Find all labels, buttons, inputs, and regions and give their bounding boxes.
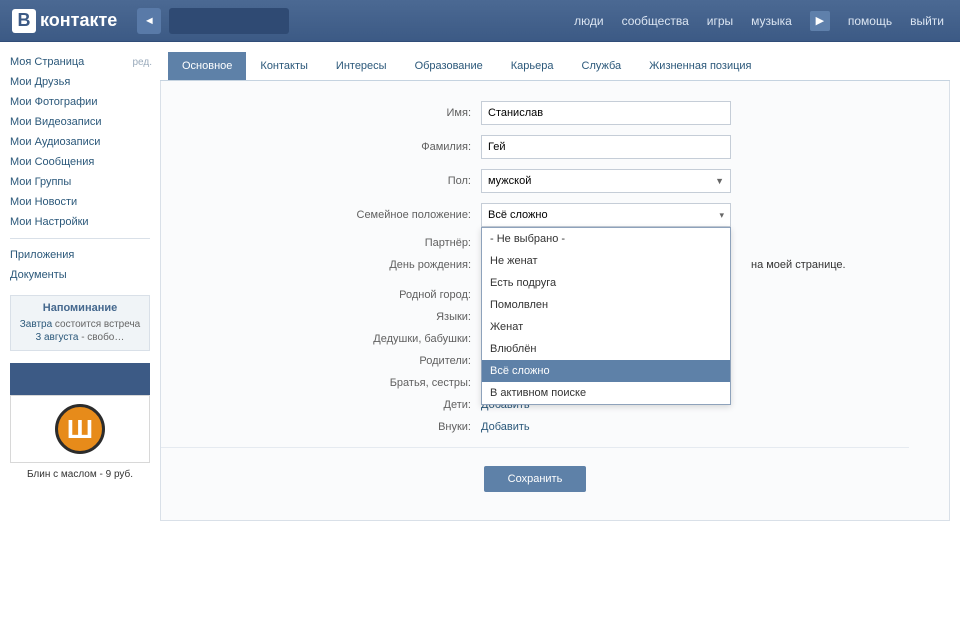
ad-block[interactable]: Ш Блин с маслом - 9 руб. [10,363,150,480]
select-gender-value: мужской [488,175,531,187]
label-grandchildren: Внуки: [161,421,481,433]
header: В контакте ◄ люди сообщества игры музыка… [0,0,960,42]
play-icon: ▶ [816,14,824,27]
tab-military[interactable]: Служба [568,52,636,80]
nav-help[interactable]: помощь [848,14,892,28]
status-option-has-girlfriend[interactable]: Есть подруга [482,272,730,294]
status-option-married[interactable]: Женат [482,316,730,338]
select-gender[interactable]: мужской ▼ [481,169,731,193]
label-gender: Пол: [161,175,481,187]
add-grandchildren[interactable]: Добавить [481,421,530,433]
sidebar-item-apps[interactable]: Приложения [10,249,74,261]
reminder-title: Напоминание [19,302,141,314]
status-option-searching[interactable]: В активном поиске [482,382,730,404]
reminder-text: Завтра состоится встреча 3 августа - сво… [19,318,141,344]
sidebar-item-groups[interactable]: Мои Группы [10,176,71,188]
nav-games[interactable]: игры [707,14,733,28]
tab-interests[interactable]: Интересы [322,52,401,80]
label-birthday: День рождения: [161,259,481,271]
ad-image: Ш [10,395,150,463]
sidebar-item-news[interactable]: Мои Новости [10,196,77,208]
sidebar-item-audio[interactable]: Мои Аудиозаписи [10,136,100,148]
nav-music[interactable]: музыка [751,14,792,28]
chevron-left-icon: ◄ [144,15,155,27]
tab-contacts[interactable]: Контакты [246,52,322,80]
label-siblings: Братья, сестры: [161,377,481,389]
status-option-single[interactable]: Не женат [482,250,730,272]
chevron-down-icon: ▼ [715,176,724,186]
sidebar: Моя Страница ред. Мои Друзья Мои Фотогра… [0,42,160,521]
label-languages: Языки: [161,311,481,323]
status-option-none[interactable]: - Не выбрано - [482,228,730,250]
logo-icon: В [12,9,36,33]
tab-life-position[interactable]: Жизненная позиция [635,52,765,80]
header-nav: люди сообщества игры музыка ▶ помощь вый… [558,11,960,31]
nav-logout[interactable]: выйти [910,14,944,28]
label-parents: Родители: [161,355,481,367]
status-option-complicated[interactable]: Всё сложно [482,360,730,382]
label-name: Имя: [161,107,481,119]
tab-main[interactable]: Основное [168,52,246,80]
sidebar-item-photos[interactable]: Мои Фотографии [10,96,97,108]
tabs: Основное Контакты Интересы Образование К… [160,52,950,81]
header-search-box[interactable] [169,8,289,34]
sidebar-item-my-page[interactable]: Моя Страница [10,56,84,68]
ad-banner-top [10,363,150,395]
select-status-value: Всё сложно [488,209,548,221]
nav-people[interactable]: люди [574,14,603,28]
label-surname: Фамилия: [161,141,481,153]
status-dropdown: - Не выбрано - Не женат Есть подруга Пом… [481,227,731,405]
sidebar-item-videos[interactable]: Мои Видеозаписи [10,116,102,128]
label-hometown: Родной город: [161,289,481,301]
chevron-down-icon: ▾ [719,210,724,221]
logo-text: контакте [40,10,117,31]
nav-communities[interactable]: сообщества [622,14,689,28]
label-partner: Партнёр: [161,237,481,249]
input-surname[interactable] [481,135,731,159]
logo[interactable]: В контакте [0,9,129,33]
sidebar-item-docs[interactable]: Документы [10,269,67,281]
page-note: на моей странице. [751,259,846,271]
status-option-engaged[interactable]: Помолвлен [482,294,730,316]
reminder-date-link[interactable]: 3 августа [36,332,79,343]
main-content: Основное Контакты Интересы Образование К… [160,42,960,521]
ad-caption: Блин с маслом - 9 руб. [10,469,150,480]
input-name[interactable] [481,101,731,125]
form-area: Имя: Фамилия: Пол: мужской ▼ Семейное по… [160,81,950,521]
reminder-box: Напоминание Завтра состоится встреча 3 а… [10,295,150,351]
label-status: Семейное положение: [161,209,481,221]
reminder-tomorrow-link[interactable]: Завтра [20,319,52,330]
status-option-in-love[interactable]: Влюблён [482,338,730,360]
sidebar-item-messages[interactable]: Мои Сообщения [10,156,94,168]
back-button[interactable]: ◄ [137,8,161,34]
divider [10,238,150,239]
sidebar-item-friends[interactable]: Мои Друзья [10,76,70,88]
label-grandparents: Дедушки, бабушки: [161,333,481,345]
select-status[interactable]: Всё сложно ▾ [481,203,731,227]
label-children: Дети: [161,399,481,411]
tab-career[interactable]: Карьера [497,52,568,80]
tab-education[interactable]: Образование [401,52,497,80]
ad-logo-icon: Ш [55,404,105,454]
sidebar-edit-link[interactable]: ред. [132,57,152,68]
play-button[interactable]: ▶ [810,11,830,31]
save-button[interactable]: Сохранить [484,466,587,492]
sidebar-item-settings[interactable]: Мои Настройки [10,216,89,228]
